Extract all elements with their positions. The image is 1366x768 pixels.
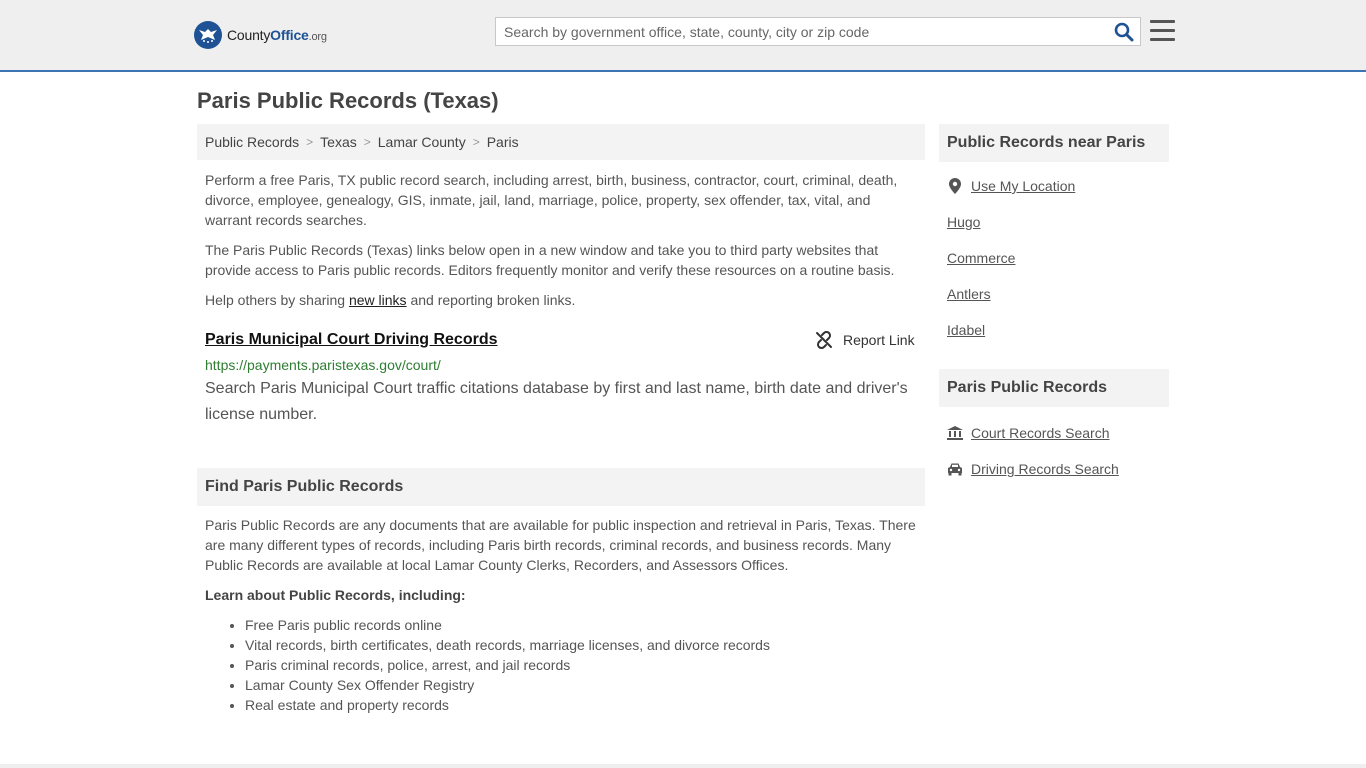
chevron-right-icon: > (363, 135, 371, 149)
near-link-idabel[interactable]: Idabel (947, 322, 985, 338)
report-link-button[interactable]: Report Link (815, 331, 915, 349)
hamburger-menu-icon[interactable] (1150, 20, 1175, 42)
search-icon[interactable] (1114, 22, 1134, 42)
search-input[interactable] (496, 18, 1096, 45)
footer-divider (0, 764, 1366, 768)
list-item: Paris criminal records, police, arrest, … (245, 655, 770, 675)
breadcrumb-paris[interactable]: Paris (487, 134, 519, 150)
report-link-label: Report Link (843, 332, 915, 348)
map-pin-icon (947, 178, 963, 194)
learn-heading: Learn about Public Records, including: (205, 587, 466, 603)
intro-paragraph-3: Help others by sharing new links and rep… (205, 292, 576, 308)
search-box (495, 17, 1141, 46)
chevron-right-icon: > (472, 135, 480, 149)
page-title: Paris Public Records (Texas) (197, 88, 499, 113)
near-link-antlers[interactable]: Antlers (947, 286, 991, 302)
list-item: Vital records, birth certificates, death… (245, 635, 770, 655)
list-item: Real estate and property records (245, 695, 770, 715)
breadcrumb-texas[interactable]: Texas (320, 134, 357, 150)
result-description: Search Paris Municipal Court traffic cit… (205, 380, 908, 423)
chevron-right-icon: > (306, 135, 314, 149)
court-records-link[interactable]: Court Records Search (947, 425, 1110, 441)
near-link-commerce[interactable]: Commerce (947, 250, 1015, 266)
breadcrumb-public-records[interactable]: Public Records (205, 134, 299, 150)
list-item: Lamar County Sex Offender Registry (245, 675, 770, 695)
courthouse-icon (947, 425, 963, 441)
intro-paragraph-2: The Paris Public Records (Texas) links b… (205, 242, 895, 278)
breadcrumb-lamar-county[interactable]: Lamar County (378, 134, 466, 150)
find-records-text: Paris Public Records are any documents t… (205, 517, 916, 573)
breadcrumb: Public Records > Texas > Lamar County > … (197, 124, 925, 160)
eagle-seal-icon (194, 21, 222, 49)
driving-records-link[interactable]: Driving Records Search (947, 461, 1119, 477)
site-header: CountyOffice.org (0, 0, 1366, 72)
find-records-heading: Find Paris Public Records (197, 468, 925, 506)
site-logo[interactable]: CountyOffice.org (194, 20, 327, 50)
result-title-link[interactable]: Paris Municipal Court Driving Records (205, 331, 498, 349)
car-icon (947, 461, 963, 477)
near-link-hugo[interactable]: Hugo (947, 214, 980, 230)
learn-list: Free Paris public records online Vital r… (245, 615, 770, 715)
intro-paragraph-1: Perform a free Paris, TX public record s… (205, 172, 898, 228)
new-links-link[interactable]: new links (349, 292, 407, 308)
result-url: https://payments.paristexas.gov/court/ (205, 357, 441, 373)
list-item: Free Paris public records online (245, 615, 770, 635)
sidebar-records-heading: Paris Public Records (939, 369, 1169, 407)
logo-wordmark: CountyOffice.org (227, 27, 327, 43)
broken-link-icon (816, 331, 832, 349)
sidebar-near-heading: Public Records near Paris (939, 124, 1169, 162)
use-my-location-link[interactable]: Use My Location (947, 178, 1075, 194)
